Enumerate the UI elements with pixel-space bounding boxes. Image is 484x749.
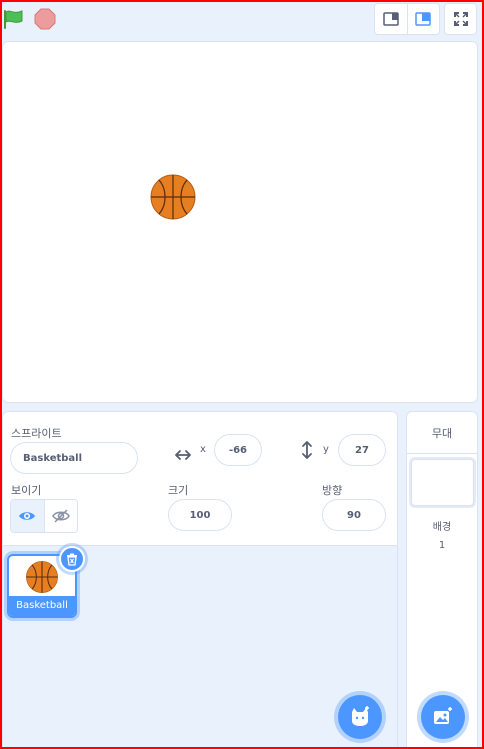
stop-icon[interactable] <box>34 8 56 30</box>
y-label: y <box>323 444 329 455</box>
show-label: 보이기 <box>11 484 42 497</box>
sprite-info: 스프라이트 Basketball x -66 y 27 보이기 크기 100 방… <box>3 412 397 546</box>
x-position-input[interactable]: -66 <box>214 434 262 466</box>
fullscreen-icon[interactable] <box>444 3 477 35</box>
sprite-tile-basketball[interactable]: Basketball <box>7 546 85 618</box>
backdrop-thumbnail[interactable] <box>411 459 474 506</box>
size-label: 크기 <box>168 484 189 497</box>
sprite-name-input[interactable]: Basketball <box>10 442 138 474</box>
direction-input[interactable]: 90 <box>322 499 386 531</box>
show-eye-icon[interactable] <box>11 500 44 532</box>
size-input[interactable]: 100 <box>168 499 232 531</box>
backdrops-label: 배경 <box>432 522 452 533</box>
sprite-pane: 스프라이트 Basketball x -66 y 27 보이기 크기 100 방… <box>2 411 398 749</box>
basketball-sprite[interactable] <box>149 173 197 221</box>
green-flag-icon[interactable] <box>2 8 24 30</box>
hide-eye-icon[interactable] <box>43 500 77 532</box>
stage-canvas[interactable] <box>2 41 478 403</box>
add-sprite-cat-icon[interactable] <box>338 695 382 739</box>
visibility-toggle <box>10 499 78 533</box>
sprite-tile-label: Basketball <box>9 596 75 616</box>
stage-title: 무대 <box>407 412 477 454</box>
small-stage-icon[interactable] <box>375 4 407 34</box>
stage-header <box>0 0 484 40</box>
large-stage-icon[interactable] <box>406 4 439 34</box>
backdrops-count: 1 <box>438 540 446 551</box>
y-position-input[interactable]: 27 <box>338 434 386 466</box>
stage-size-toggle <box>374 3 440 35</box>
stage-selector[interactable]: 무대 배경 1 <box>406 411 478 749</box>
basketball-thumbnail <box>25 560 59 594</box>
x-label: x <box>200 444 206 455</box>
y-axis-arrow-icon <box>301 440 313 464</box>
add-backdrop-icon[interactable] <box>421 695 465 739</box>
x-axis-arrow-icon <box>174 446 192 465</box>
direction-label: 방향 <box>322 484 343 497</box>
sprite-label: 스프라이트 <box>11 427 62 440</box>
delete-sprite-trash-icon[interactable] <box>59 546 85 572</box>
